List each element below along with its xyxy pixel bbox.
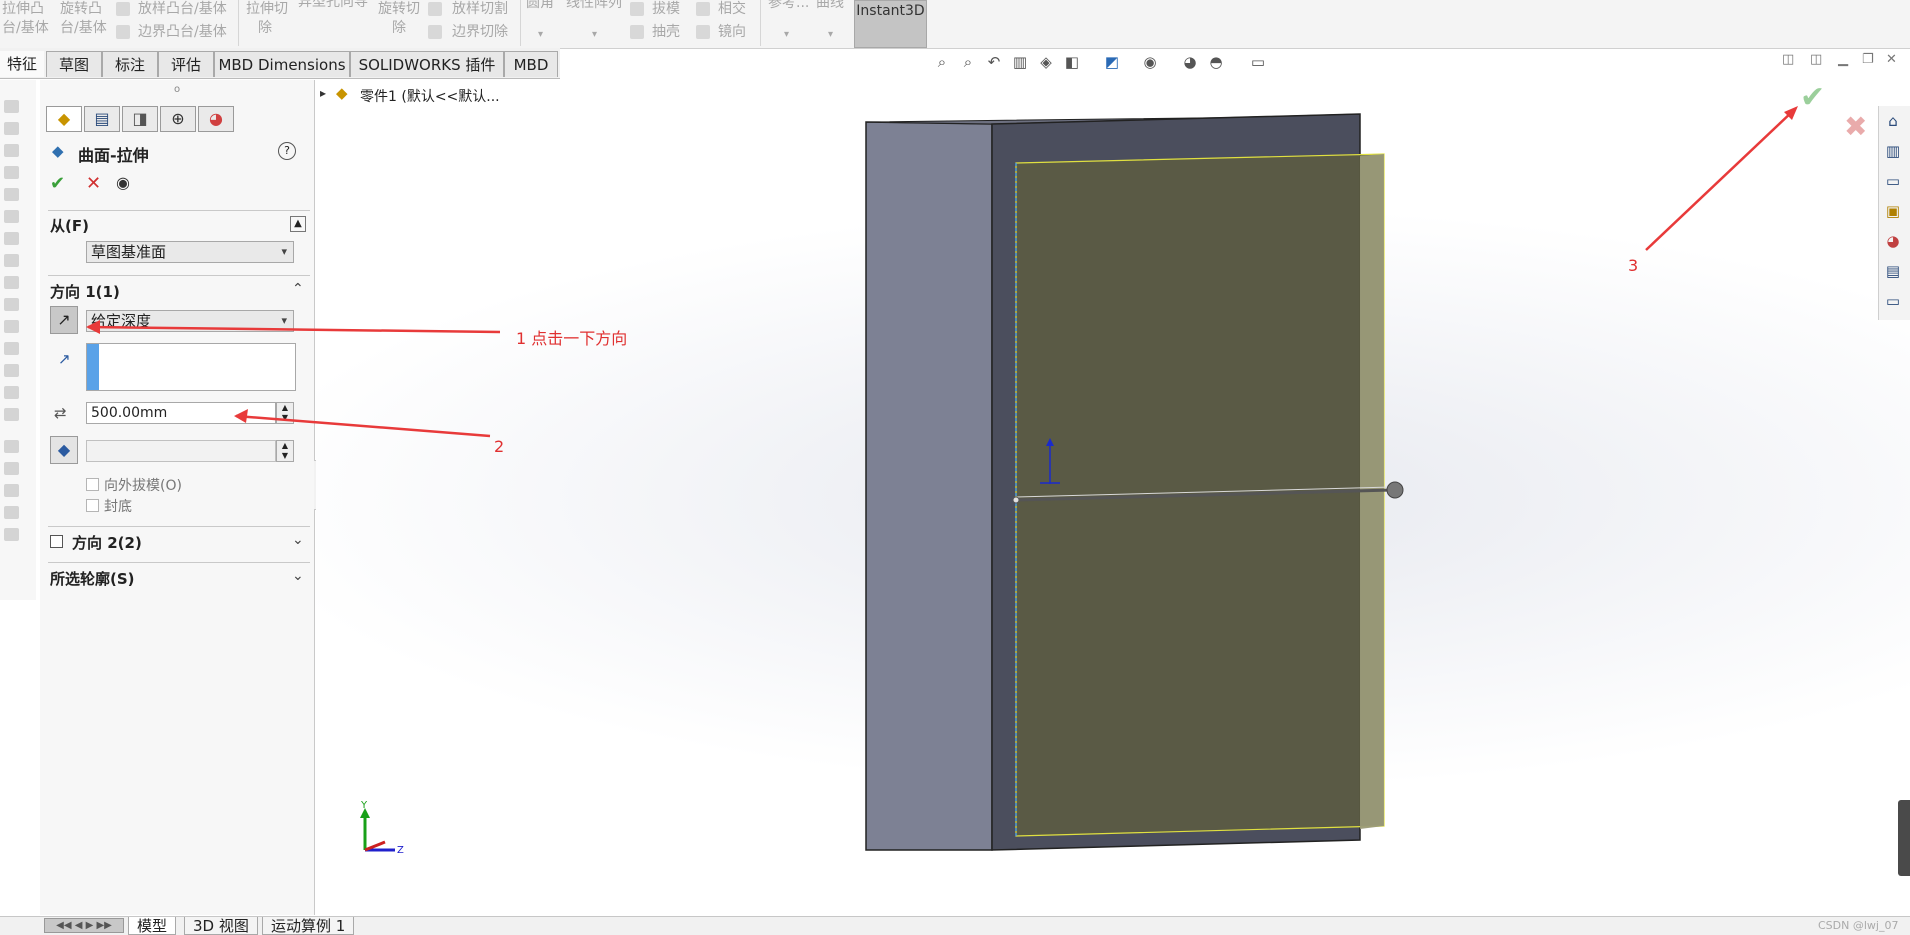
tab-motion-study[interactable]: 运动算例 1 <box>262 917 355 935</box>
tab-3d-views[interactable]: 3D 视图 <box>184 917 258 935</box>
view-palette-icon[interactable]: ▣ <box>1882 200 1904 222</box>
home-icon[interactable]: ⌂ <box>1882 110 1904 132</box>
axis-z-label: Z <box>397 845 404 856</box>
axis-y-label: Y <box>360 800 368 811</box>
box-side-face <box>865 121 993 851</box>
annotation-note-1: 1 点击一下方向 <box>516 329 628 348</box>
annotation-arrow-2 <box>235 414 491 438</box>
annotation-arrow-3 <box>1645 109 1795 251</box>
sketch-point <box>1012 496 1020 504</box>
confirm-corner-check-icon[interactable]: ✔ <box>1800 80 1825 115</box>
custom-properties-icon[interactable]: ▤ <box>1882 260 1904 282</box>
tab-model[interactable]: 模型 <box>128 917 177 935</box>
tab-scroll-arrows[interactable]: ◀◀ ◀ ▶ ▶▶ <box>44 918 124 933</box>
annotation-note-3: 3 <box>1628 256 1639 275</box>
model-svg: Y Z <box>86 106 1798 856</box>
annotation-note-2: 2 <box>494 437 505 456</box>
annotation-arrowhead-2 <box>234 409 248 423</box>
appearances-icon[interactable]: ◕ <box>1882 230 1904 252</box>
bottom-tab-bar: ◀◀ ◀ ▶ ▶▶ 模型 3D 视图 运动算例 1 CSDN @lwj_07 <box>0 916 1910 935</box>
scroll-indicator[interactable] <box>1898 800 1910 876</box>
annotation-arrow-1 <box>87 325 501 334</box>
annotation-arrowhead-1 <box>86 320 100 334</box>
forum-icon[interactable]: ▭ <box>1882 290 1904 312</box>
design-library-icon[interactable]: ▥ <box>1882 140 1904 162</box>
watermark: CSDN @lwj_07 <box>1818 919 1899 932</box>
drag-handle[interactable] <box>1386 481 1404 499</box>
file-explorer-icon[interactable]: ▭ <box>1882 170 1904 192</box>
confirm-corner-cancel-icon[interactable]: ✖ <box>1844 110 1867 143</box>
